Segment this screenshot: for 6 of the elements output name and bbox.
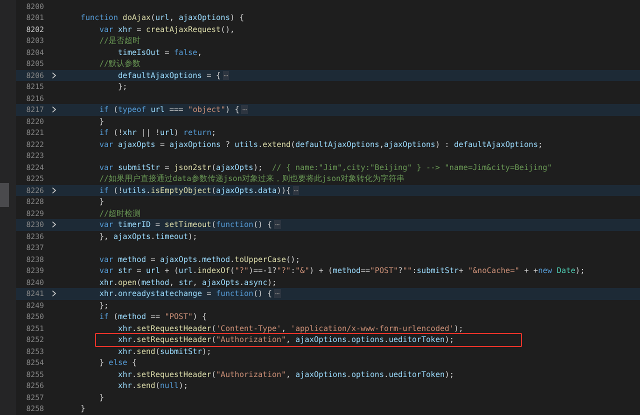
chevron-icon[interactable] xyxy=(51,72,57,79)
sidebar-marker xyxy=(0,183,9,207)
chevron-icon[interactable] xyxy=(51,290,57,298)
chevron-icon[interactable] xyxy=(51,186,57,194)
chevron-icon[interactable] xyxy=(51,221,57,228)
chevron-icon[interactable] xyxy=(51,106,57,114)
